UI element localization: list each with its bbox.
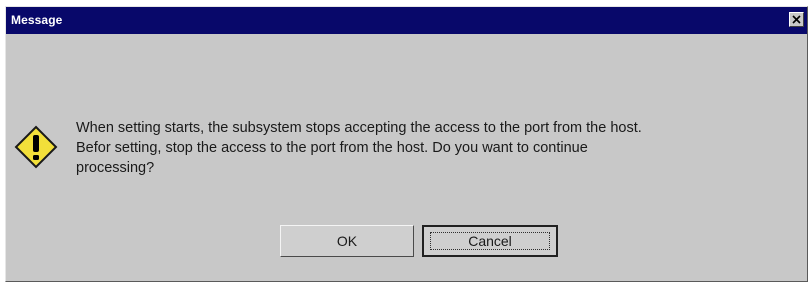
message-line: Befor setting, stop the access to the po…	[76, 140, 588, 156]
cancel-button-label: Cancel	[468, 233, 512, 249]
close-button[interactable]	[789, 12, 804, 27]
cancel-button[interactable]: Cancel	[422, 225, 558, 257]
dialog-message: When setting starts, the subsystem stops…	[76, 118, 798, 178]
close-icon	[792, 15, 801, 24]
message-line: processing?	[76, 160, 155, 176]
dialog-title: Message	[11, 13, 63, 27]
message-dialog: Message When setting starts, the subsyst…	[5, 6, 808, 282]
warning-icon	[14, 125, 58, 169]
ok-button-label: OK	[336, 233, 358, 249]
ok-button[interactable]: OK	[280, 225, 414, 257]
message-line: When setting starts, the subsystem stops…	[76, 120, 642, 136]
title-bar[interactable]: Message	[6, 7, 807, 34]
